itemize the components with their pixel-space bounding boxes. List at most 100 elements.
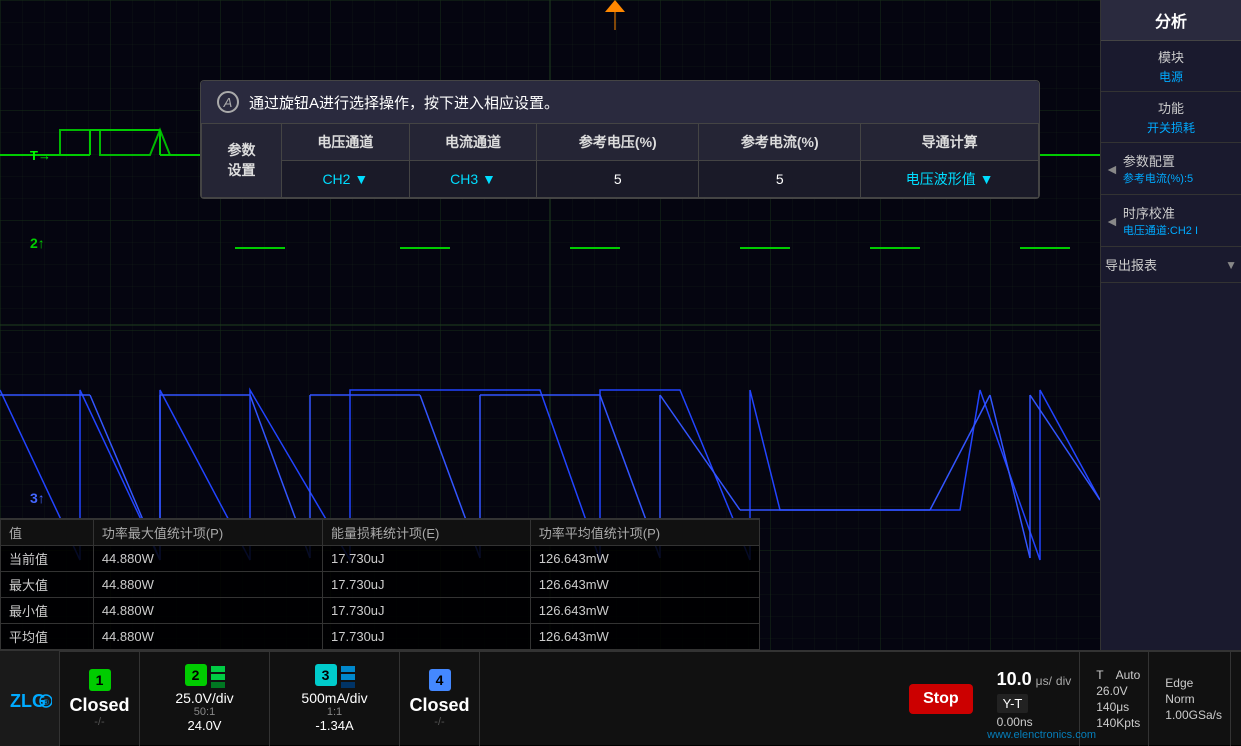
trigger-row: T Auto <box>1096 668 1140 682</box>
brand-logo: ZLG ® <box>0 651 60 746</box>
t-label: T→ <box>30 148 51 163</box>
export-dropdown: ▼ <box>1225 258 1237 272</box>
ch3-block: 3 500mA/div 1:1 -1.34A <box>270 651 400 746</box>
stats-label-current: 当前值 <box>1 546 94 572</box>
time-calib-arrow: ◄ <box>1105 213 1119 229</box>
ch3-value: -1.34A <box>315 718 353 733</box>
module-value: 电源 <box>1105 68 1237 85</box>
stats-header-e-loss: 能量损耗统计项(E) <box>323 520 531 546</box>
trigger-label-t: T <box>1096 668 1103 682</box>
ch2-block: 2 25.0V/div 50:1 24.0V <box>140 651 270 746</box>
stats-eloss-avg: 17.730uJ <box>323 624 531 650</box>
time-sub-row: 0.00ns <box>997 715 1072 729</box>
col-voltage-ch: 电压通道 <box>282 124 410 161</box>
stats-header-p-avg: 功率平均值统计项(P) <box>530 520 759 546</box>
ch2-marker: 2↑ <box>30 235 45 251</box>
stats-label-min: 最小值 <box>1 598 94 624</box>
stats-pmax-min: 44.880W <box>93 598 322 624</box>
col-ref-current: 参考电流(%) <box>699 124 861 161</box>
stats-pavg-min: 126.643mW <box>530 598 759 624</box>
ch1-closed-label: Closed <box>69 695 129 716</box>
yt-button[interactable]: Y-T <box>997 694 1029 713</box>
ch3-ratio: 1:1 <box>327 706 342 718</box>
params-label: 参数设置 <box>202 124 282 198</box>
svg-text:®: ® <box>43 698 49 707</box>
ch3-marker: 3↑ <box>30 490 45 506</box>
stats-pmax-max: 44.880W <box>93 572 322 598</box>
ch4-sub-dash: -/- <box>434 716 444 728</box>
stats-row-current: 当前值 44.880W 17.730uJ 126.643mW <box>1 546 760 572</box>
trigger-info-block: T Auto 26.0V 140μs 140Kpts <box>1088 651 1149 746</box>
edge-label: Edge <box>1165 676 1193 690</box>
ch3-div-label: 500mA/div <box>301 690 367 706</box>
function-label: 功能 <box>1105 98 1237 117</box>
ch4-num-box: 4 <box>429 669 451 691</box>
ch2-value: 24.0V <box>188 718 222 733</box>
sample-rate: 1.00GSa/s <box>1165 708 1222 722</box>
export-label: 导出报表 <box>1105 255 1157 274</box>
ch2-ratio: 50:1 <box>194 706 215 718</box>
watermark-text: www.elenctronics.com <box>987 729 1096 741</box>
trigger-mode: Auto <box>1116 668 1141 682</box>
kpts-val: 140Kpts <box>1096 716 1140 730</box>
stats-label-max: 最大值 <box>1 572 94 598</box>
stats-eloss-max: 17.730uJ <box>323 572 531 598</box>
ch1-num-box: 1 <box>89 669 111 691</box>
stats-row-avg: 平均值 44.880W 17.730uJ 126.643mW <box>1 624 760 650</box>
time-calib-label: 时序校准 <box>1123 203 1198 222</box>
stats-label-avg: 平均值 <box>1 624 94 650</box>
value-voltage-ch[interactable]: CH2 ▼ <box>282 161 410 198</box>
right-analysis-panel: 分析 模块 电源 功能 开关损耗 ◄ 参数配置 参考电流(%):5 ◄ 时序校准… <box>1100 0 1241 650</box>
zlg-logo: ZLG ® <box>8 679 52 719</box>
ch3-num-box: 3 <box>315 664 337 686</box>
params-config-sub: 参考电流(%):5 <box>1123 170 1193 186</box>
value-ref-current: 5 <box>699 161 861 198</box>
stats-row-min: 最小值 44.880W 17.730uJ 126.643mW <box>1 598 760 624</box>
settings-popup: A 通过旋钮A进行选择操作，按下进入相应设置。 参数设置 电压通道 电流通道 参… <box>200 80 1040 199</box>
ch2-div-label: 25.0V/div <box>175 690 233 706</box>
stats-header-label: 值 <box>1 520 94 546</box>
params-config-arrow: ◄ <box>1105 161 1119 177</box>
time-unit: μs/ <box>1036 674 1052 688</box>
ch2-num-box: 2 <box>185 664 207 686</box>
trigger-value: 26.0V <box>1096 684 1127 698</box>
export-report-item[interactable]: 导出报表 ▼ <box>1101 247 1241 283</box>
div-label-sm: div <box>1056 674 1071 688</box>
time-main-value: 10.0 <box>997 669 1032 690</box>
sample-rate-row: 1.00GSa/s <box>1165 708 1222 722</box>
popup-instruction: 通过旋钮A进行选择操作，按下进入相应设置。 <box>249 92 559 113</box>
col-conduction-calc: 导通计算 <box>861 124 1039 161</box>
edge-info-block: Edge Norm 1.00GSa/s <box>1157 651 1231 746</box>
norm-label: Norm <box>1165 692 1194 706</box>
stats-pavg-avg: 126.643mW <box>530 624 759 650</box>
panel-function-section: 功能 开关损耗 <box>1101 92 1241 143</box>
panel-module-section: 模块 电源 <box>1101 41 1241 92</box>
stats-eloss-min: 17.730uJ <box>323 598 531 624</box>
time-calibration-item[interactable]: ◄ 时序校准 电压通道:CH2 I <box>1101 195 1241 247</box>
col-ref-voltage: 参考电压(%) <box>537 124 699 161</box>
ch1-block: 1 Closed -/- <box>60 651 140 746</box>
ch3-indicator-bars <box>341 666 355 688</box>
ch2-indicator-bars <box>211 666 225 688</box>
value-conduction[interactable]: 电压波形值 ▼ <box>861 161 1039 198</box>
params-config-label: 参数配置 <box>1123 151 1193 170</box>
function-value: 开关损耗 <box>1105 119 1237 136</box>
ch1-sub-dash: -/- <box>94 716 104 728</box>
edge-row: Edge <box>1165 676 1222 690</box>
col-current-ch: 电流通道 <box>409 124 537 161</box>
kpts-row: 140Kpts <box>1096 716 1140 730</box>
stats-pmax-current: 44.880W <box>93 546 322 572</box>
trigger-val-row: 26.0V <box>1096 684 1140 698</box>
norm-row: Norm <box>1165 692 1222 706</box>
params-config-item[interactable]: ◄ 参数配置 参考电流(%):5 <box>1101 143 1241 195</box>
value-current-ch[interactable]: CH3 ▼ <box>409 161 537 198</box>
value-ref-voltage: 5 <box>537 161 699 198</box>
popup-header: A 通过旋钮A进行选择操作，按下进入相应设置。 <box>201 81 1039 123</box>
info-icon: A <box>217 91 239 113</box>
stats-panel: 值 功率最大值统计项(P) 能量损耗统计项(E) 功率平均值统计项(P) 当前值… <box>0 518 760 650</box>
time-zero-val: 0.00ns <box>997 715 1033 729</box>
stats-eloss-current: 17.730uJ <box>323 546 531 572</box>
settings-table: 参数设置 电压通道 电流通道 参考电压(%) 参考电流(%) 导通计算 CH2 … <box>201 123 1039 198</box>
stop-button[interactable]: Stop <box>909 684 973 714</box>
stats-pmax-avg: 44.880W <box>93 624 322 650</box>
